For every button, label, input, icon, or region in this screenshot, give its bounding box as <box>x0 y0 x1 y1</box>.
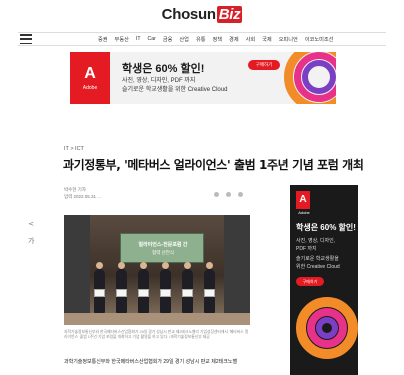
side-ad-buy-button[interactable]: 구매하기 <box>296 277 324 286</box>
adobe-brand-text: Adobe <box>298 210 310 215</box>
screen-subtitle: 협력 선언식 <box>152 250 174 255</box>
nav-item-opinion[interactable]: 오피니언 <box>279 36 298 43</box>
nav-item-finance[interactable]: 금융 <box>163 36 173 43</box>
side-ad-line-1: 사진, 영상, 디자인, <box>296 238 336 244</box>
main-navigation: 증권 부동산 IT Car 금융 산업 유통 정책 경제 사회 국제 오피니언 … <box>18 32 386 46</box>
side-ad-headline: 학생은 60% 할인! <box>296 223 356 232</box>
font-resize-icon[interactable]: 가 <box>28 236 34 246</box>
creative-cloud-ring-purple <box>316 317 338 339</box>
font-size-icon[interactable] <box>214 192 219 197</box>
logo-biz-text: Biz <box>216 6 243 23</box>
site-logo[interactable]: Chosun Biz <box>0 6 404 23</box>
stage-floor <box>64 313 250 325</box>
breadcrumb[interactable]: IT > ICT <box>64 146 84 152</box>
share-icon[interactable]: < <box>28 220 34 228</box>
nav-item-retail[interactable]: 유통 <box>196 36 206 43</box>
nav-item-society[interactable]: 사회 <box>246 36 256 43</box>
print-icon[interactable] <box>238 192 243 197</box>
ad-line-2: 슬기로운 학교생활을 위한 Creative Cloud <box>122 87 228 93</box>
nav-item-it[interactable]: IT <box>136 36 141 43</box>
nav-item-international[interactable]: 국제 <box>262 36 272 43</box>
nav-item-policy[interactable]: 정책 <box>213 36 223 43</box>
publish-date: 입력 2022.05.31 ... <box>64 194 102 199</box>
side-ad-line-2: PDF 까지 <box>296 246 317 252</box>
article-title: 과기정통부, '메타버스 얼라이언스' 출범 1주년 기념 포럼 개최 <box>63 158 364 172</box>
agreement-board <box>160 289 171 297</box>
left-curtain <box>64 215 90 325</box>
nav-item-economychosun[interactable]: 이코노미조선 <box>305 36 334 43</box>
ad-headline: 학생은 60% 할인! <box>122 63 205 75</box>
top-banner-ad[interactable]: A Adobe 학생은 60% 할인! 사진, 영상, 디자인, PDF 까지 … <box>70 52 336 104</box>
nav-item-industry[interactable]: 산업 <box>179 36 189 43</box>
agreement-board <box>204 289 215 297</box>
photo-caption: 과학기술정보통신부와 한국메타버스산업협회가 29일 경기 성남시 판교 제2테… <box>64 330 249 339</box>
nav-links: 증권 부동산 IT Car 금융 산업 유통 정책 경제 사회 국제 오피니언 … <box>98 36 333 43</box>
bookmark-icon[interactable] <box>226 192 231 197</box>
adobe-brand-text: Adobe <box>82 84 98 91</box>
author-name: 박수현 기자 <box>64 187 86 192</box>
article-byline: 박수현 기자 입력 2022.05.31 ... <box>64 186 101 200</box>
nav-item-stocks[interactable]: 증권 <box>98 36 108 43</box>
side-ad-line-4: 위한 Creative Cloud <box>296 264 340 270</box>
agreement-board <box>138 289 149 297</box>
article-tools <box>214 192 243 197</box>
share-column: < 가 <box>28 220 34 246</box>
adobe-logo: A Adobe <box>70 52 110 104</box>
agreement-board <box>116 289 127 297</box>
screen-title: 얼라이언스-전문포럼 간 <box>138 242 188 248</box>
ad-line-1: 사진, 영상, 디자인, PDF 까지 <box>122 78 196 84</box>
nav-item-car[interactable]: Car <box>148 36 156 43</box>
side-ad-line-3: 슬기로운 학교생활을 <box>296 256 339 262</box>
ad-buy-button[interactable]: 구매하기 <box>248 60 280 70</box>
article-photo: 얼라이언스-전문포럼 간 협력 선언식 <box>64 215 250 325</box>
adobe-a-icon: A <box>84 64 96 82</box>
stage-screen: 얼라이언스-전문포럼 간 협력 선언식 <box>120 233 204 263</box>
right-curtain <box>224 215 250 325</box>
side-banner-ad[interactable]: A Adobe 학생은 60% 할인! 사진, 영상, 디자인, PDF 까지 … <box>290 185 358 375</box>
nav-item-realestate[interactable]: 부동산 <box>115 36 129 43</box>
hamburger-menu-icon[interactable] <box>20 34 32 44</box>
nav-item-economy[interactable]: 경제 <box>229 36 239 43</box>
adobe-a-icon: A <box>296 191 310 209</box>
agreement-board <box>94 289 105 297</box>
article-body: 과학기술정보통신부와 한국메타버스산업협회가 29일 경기 성남시 판교 제2테… <box>64 359 238 365</box>
creative-cloud-ring-purple <box>302 60 336 94</box>
logo-main-text: Chosun <box>161 6 216 23</box>
agreement-board <box>182 289 193 297</box>
